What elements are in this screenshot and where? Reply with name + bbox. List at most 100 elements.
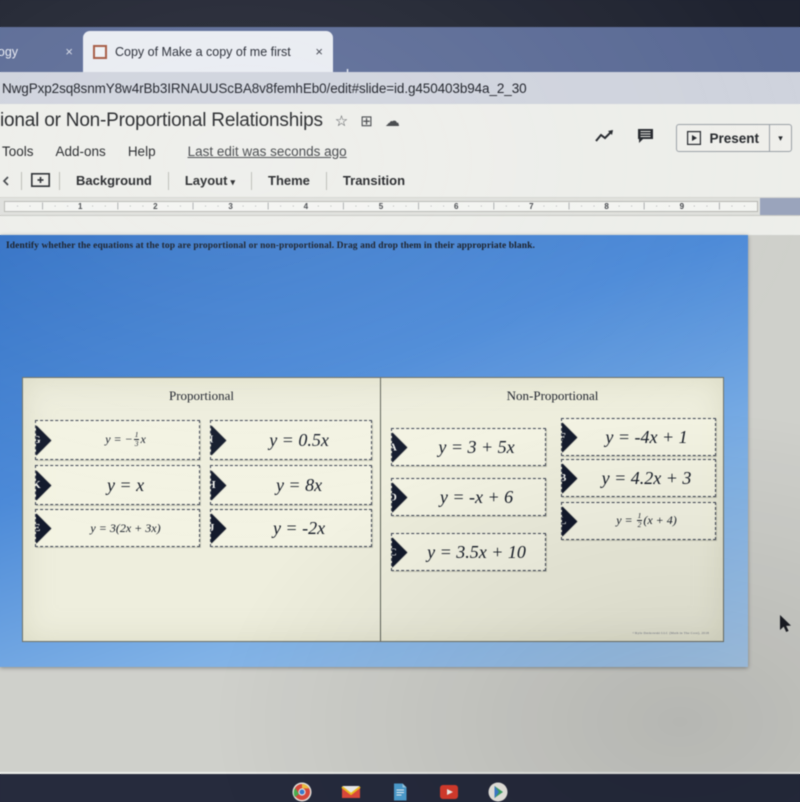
docs-icon[interactable] [390, 782, 411, 802]
equation-box-i[interactable]: I y = 0.5x [210, 420, 372, 460]
youtube-icon[interactable] [439, 782, 460, 802]
equation-box-d[interactable]: D y = -x + 6 [391, 478, 546, 516]
layout-button[interactable]: Layout ▾ [178, 170, 242, 191]
equation-text: y = x [106, 474, 145, 495]
layout-label: Layout [184, 173, 228, 188]
ruler-track: 1 2 3 4 5 6 7 8 9 | · · · · | · · · · | · · · · | · · · · | · · · · | · · · · |… [4, 201, 758, 212]
cloud-status-icon[interactable]: ☁ [385, 114, 400, 129]
play-store-icon[interactable] [488, 782, 509, 802]
ruler-tick: · [53, 203, 57, 210]
equation-box-j[interactable]: J y = -2x [210, 509, 372, 547]
ruler-tick: · [104, 203, 107, 210]
menu-item-help[interactable]: Help [128, 144, 156, 159]
equation-box-b[interactable]: B y = 4.2x + 3 [561, 459, 716, 497]
present-dropdown-caret-icon[interactable]: ▾ [769, 125, 791, 151]
transition-button[interactable]: Transition [336, 170, 412, 191]
ruler-tick: · [517, 203, 521, 210]
ruler-tick: · [91, 203, 94, 210]
equation-box-k[interactable]: K y = x [35, 465, 200, 505]
theme-button[interactable]: Theme [261, 170, 317, 191]
worksheet-image[interactable]: Proportional Non-Proportional G y = −1 3 x… [22, 377, 724, 642]
browser-tab-slides[interactable]: Copy of Make a copy of me first × [83, 31, 333, 72]
comment-icon[interactable] [637, 128, 654, 149]
move-to-folder-icon[interactable]: ⊞ [360, 114, 373, 129]
ruler-tick: · [141, 203, 145, 210]
ruler-tick: · [693, 203, 696, 210]
ruler-tick: | [492, 203, 495, 210]
present-button-group: Present ▾ [676, 124, 792, 152]
gmail-icon[interactable] [341, 782, 362, 802]
ruler-tick: | [192, 203, 194, 210]
equation-box-h[interactable]: H y = 8x [210, 465, 372, 505]
slide-canvas-area[interactable]: Identify whether the equations at the to… [0, 235, 800, 772]
marker-letter: E [35, 521, 41, 534]
ruler-tick: · [404, 203, 408, 210]
ruler-tick: · [655, 203, 658, 210]
equation-text: y = 0.5x [269, 429, 329, 450]
toolbar-divider [59, 171, 60, 190]
ruler-tick: | [718, 203, 721, 210]
slides-toolbar: Background Layout ▾ Theme Transition [0, 164, 800, 198]
present-label: Present [709, 130, 759, 146]
ruler-tick: · [254, 203, 257, 210]
equation-text: y = 4.2x + 3 [601, 467, 692, 488]
equation-box-e[interactable]: E y = 3(2x + 3x) [35, 509, 200, 547]
equation-box-g[interactable]: G y = −1 3 x [35, 420, 200, 460]
equation-box-a[interactable]: A y = 3 + 5x [391, 428, 546, 466]
equation-text: y = -4x + 1 [605, 426, 688, 447]
toolbar-divider [21, 171, 22, 190]
ruler-tick: | [643, 203, 646, 210]
ruler-tick: · [204, 203, 207, 210]
background-button[interactable]: Background [69, 170, 159, 191]
close-icon[interactable]: × [315, 45, 323, 58]
ruler-tick: · [367, 203, 370, 210]
equation-box-l[interactable]: L y = 1 2 (x + 4) [561, 502, 716, 540]
chrome-icon[interactable] [292, 782, 313, 802]
equation-text: y = -x + 6 [439, 486, 514, 507]
ruler-mark: 1 [77, 202, 83, 211]
ruler-tick: · [392, 203, 395, 210]
address-bar[interactable]: NwgPxp2sq8snmY8w4rBb3IRNAUUScBA8v8femhEb… [0, 72, 800, 104]
toolbar-divider [251, 171, 252, 190]
equation-box-c[interactable]: C y = 3.5x + 10 [391, 533, 546, 571]
ruler-mark: 6 [453, 202, 459, 211]
ruler-tick: · [16, 203, 19, 210]
equation-box-f[interactable]: F y = -4x + 1 [561, 418, 716, 456]
marker-letter: I [210, 433, 214, 446]
browser-tab-strip: choology × Copy of Make a copy of me fir… [0, 27, 800, 84]
slide[interactable]: Identify whether the equations at the to… [0, 235, 748, 667]
toolbar-divider [325, 171, 327, 190]
ruler-tick: · [555, 203, 558, 210]
browser-tab-schoology[interactable]: choology × [0, 31, 83, 72]
close-icon[interactable]: × [65, 45, 73, 58]
star-icon[interactable]: ☆ [335, 114, 348, 129]
horizontal-ruler[interactable]: 1 2 3 4 5 6 7 8 9 | · · · · | · · · · | · · · · | · · · · | · · · · | · · · · |… [0, 198, 800, 216]
page-title: ional or Non-Proportional Relationships [0, 110, 323, 131]
menu-item-tools[interactable]: Tools [2, 144, 34, 159]
ruler-tick: · [329, 203, 333, 210]
mouse-cursor [780, 615, 794, 639]
new-slide-icon[interactable] [31, 172, 50, 189]
equation-text: y = -2x [272, 517, 326, 538]
ruler-tick: · [505, 203, 508, 210]
column-heading-proportional: Proportional [169, 388, 234, 403]
browser-tab-title: Copy of Make a copy of me first [115, 44, 291, 59]
last-edit-status[interactable]: Last edit was seconds ago [188, 144, 347, 159]
ruler-tick: · [216, 203, 220, 210]
ruler-tick: | [568, 203, 570, 210]
present-button[interactable]: Present [677, 125, 769, 151]
activity-trend-icon[interactable] [595, 129, 615, 148]
equation-text: y = 3 + 5x [438, 436, 515, 457]
marker-letter: C [391, 545, 397, 558]
ruler-tick: · [129, 203, 132, 210]
menu-item-add-ons[interactable]: Add-ons [56, 144, 106, 159]
ruler-tick: · [617, 203, 621, 210]
ruler-tick: · [630, 203, 633, 210]
ruler-tick: · [28, 203, 32, 210]
header-actions: Present ▾ [595, 124, 792, 152]
marker-letter: K [35, 478, 41, 491]
ruler-mark: 2 [153, 202, 158, 211]
ruler-tick: | [41, 203, 44, 210]
slides-favicon-icon [93, 44, 107, 59]
undo-caret-icon[interactable] [0, 175, 12, 187]
